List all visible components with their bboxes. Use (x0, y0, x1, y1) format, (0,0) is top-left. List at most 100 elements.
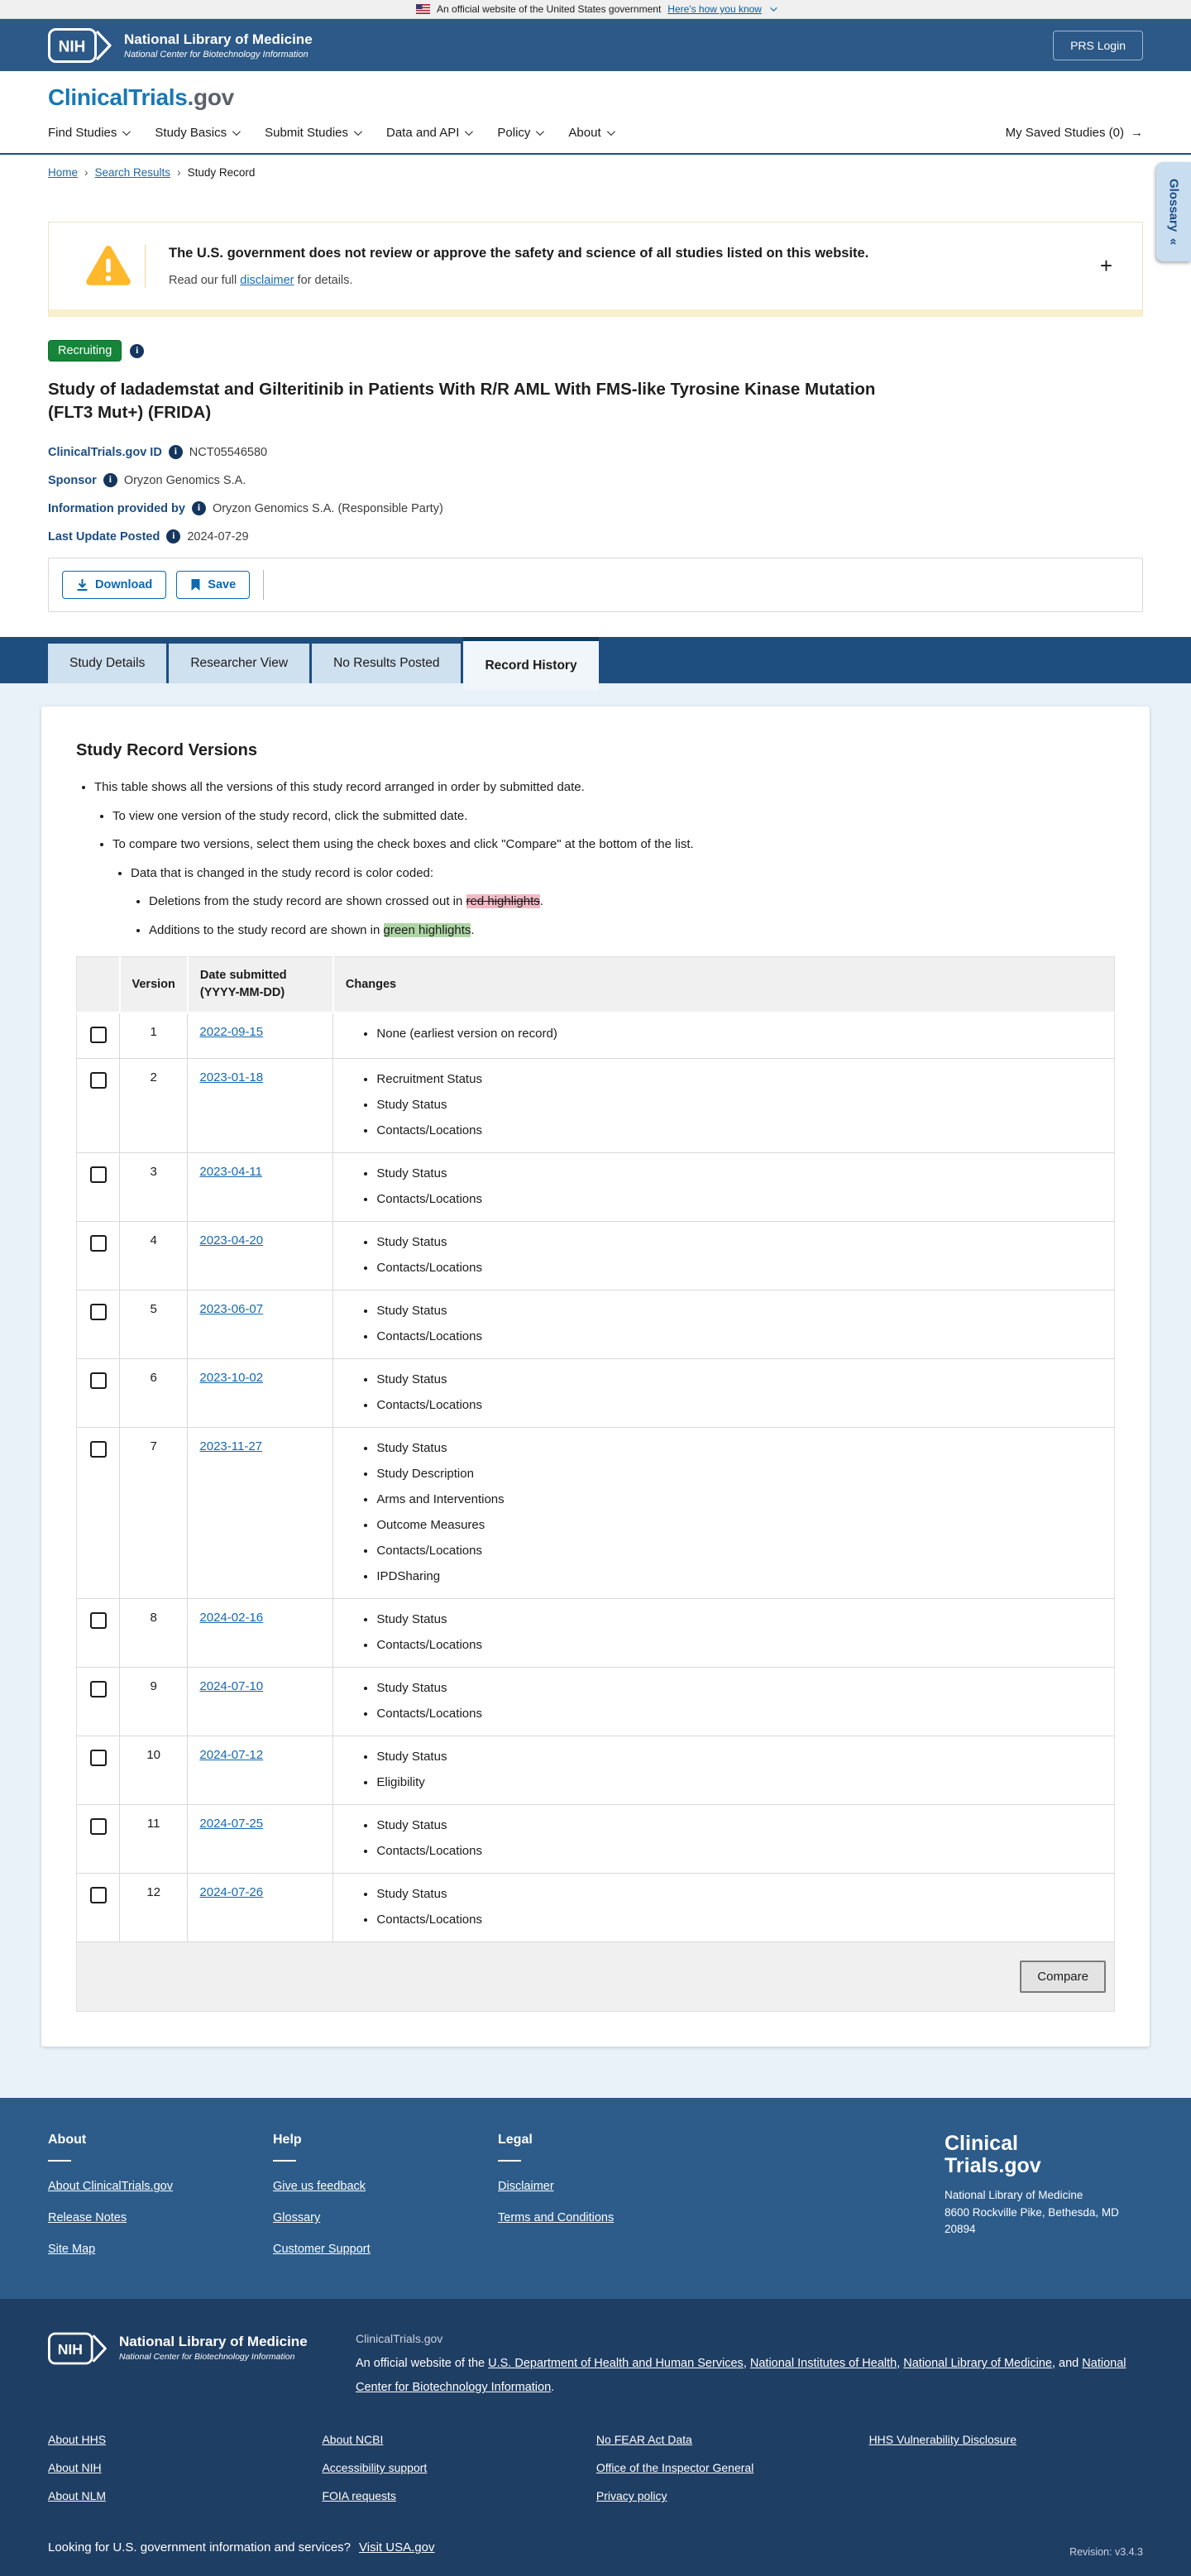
nlm-title[interactable]: National Library of Medicine (124, 31, 313, 48)
footer-link[interactable]: Disclaimer (498, 2180, 723, 2193)
site-header: ClinicalTrials.gov Find Studies Study Bas… (0, 71, 1191, 155)
version-date-link[interactable]: 2023-04-11 (199, 1165, 262, 1179)
footer-link[interactable]: HHS Vulnerability Disclosure (869, 2433, 1143, 2446)
footer-link[interactable]: Glossary (273, 2211, 498, 2224)
nih-link[interactable]: National Institutes of Health (750, 2357, 897, 2370)
tab-record-history[interactable]: Record History (463, 637, 599, 691)
breadcrumb-search-results-link[interactable]: Search Results (95, 166, 171, 179)
version-checkbox[interactable] (89, 1681, 107, 1698)
info-icon[interactable]: i (168, 445, 183, 460)
expand-plus-icon[interactable]: + (1093, 253, 1119, 279)
nlm-link[interactable]: National Library of Medicine (903, 2357, 1052, 2370)
version-checkbox[interactable] (89, 1235, 107, 1252)
info-icon[interactable]: i (191, 501, 206, 516)
nav-item-about[interactable]: About (568, 126, 615, 140)
version-row: 11 2024-07-25 Study Status Contacts/Locatio… (76, 1804, 1115, 1874)
footer-link[interactable]: FOIA requests (322, 2489, 596, 2502)
footer-link[interactable]: Release Notes (48, 2211, 273, 2224)
version-date-link[interactable]: 2024-07-12 (199, 1748, 263, 1762)
footer-link-columns: About About ClinicalTrials.gov Release Not… (48, 2133, 723, 2274)
version-date-link[interactable]: 2024-07-26 (199, 1885, 263, 1899)
visit-usa-gov-link[interactable]: Visit USA.gov (359, 2540, 434, 2554)
nav-item-study-basics[interactable]: Study Basics (155, 126, 241, 140)
footer-link[interactable]: Accessibility support (322, 2461, 596, 2474)
field-label: Sponsor (48, 473, 97, 487)
changes-cell: Study Status Contacts/Locations (332, 1598, 1115, 1668)
table-footer-row: Compare (76, 1942, 1115, 2012)
my-saved-studies-link[interactable]: My Saved Studies (0) → (1006, 126, 1143, 140)
nav-item-policy[interactable]: Policy (497, 126, 545, 140)
version-row: 7 2023-11-27 Study Status Study Description… (76, 1427, 1115, 1599)
version-date-link[interactable]: 2024-02-16 (199, 1611, 263, 1625)
version-date-link[interactable]: 2023-10-02 (199, 1371, 263, 1385)
disclaimer-link[interactable]: disclaimer (240, 274, 294, 287)
version-checkbox[interactable] (89, 1372, 107, 1390)
divider (273, 2160, 296, 2162)
version-number: 6 (119, 1358, 189, 1428)
info-icon[interactable]: i (103, 473, 117, 488)
footer-link[interactable]: Privacy policy (596, 2489, 869, 2502)
divider (48, 2160, 71, 2162)
version-checkbox[interactable] (89, 1441, 107, 1458)
hhs-link[interactable]: U.S. Department of Health and Human Serv… (488, 2357, 744, 2370)
note-item: To view one version of the study record,… (112, 807, 1115, 826)
download-button[interactable]: Download (62, 571, 167, 600)
field-row-last-update-posted: Last Update Posted i 2024-07-29 (48, 529, 1143, 544)
version-date-link[interactable]: 2023-04-20 (199, 1233, 263, 1247)
version-checkbox[interactable] (89, 1818, 107, 1836)
tab-researcher-view[interactable]: Researcher View (169, 644, 310, 684)
change-item: IPDSharing (376, 1568, 1103, 1585)
footer-link[interactable]: About NIH (48, 2461, 322, 2474)
date-cell: 2023-11-27 (187, 1427, 334, 1599)
footer-link[interactable]: About HHS (48, 2433, 322, 2446)
glossary-side-tab[interactable]: Glossary « (1156, 162, 1191, 261)
info-icon[interactable]: i (130, 343, 145, 358)
section-heading: Study Record Versions (76, 741, 257, 760)
footer-link[interactable]: Terms and Conditions (498, 2211, 723, 2224)
date-cell: 2024-07-12 (187, 1736, 334, 1805)
version-checkbox[interactable] (89, 1027, 107, 1044)
save-button[interactable]: Save (176, 571, 251, 600)
info-icon[interactable]: i (166, 529, 181, 544)
table-header-row: Version Date submitted (YYYY-MM-DD) Chan… (76, 956, 1115, 1014)
version-checkbox[interactable] (89, 1166, 107, 1184)
footer-link[interactable]: Office of the Inspector General (596, 2461, 869, 2474)
version-date-link[interactable]: 2024-07-25 (199, 1817, 263, 1831)
study-fields: ClinicalTrials.gov ID i NCT05546580 Spon… (48, 445, 1143, 544)
footer-link[interactable]: About NLM (48, 2489, 322, 2502)
chevron-down-icon (232, 127, 241, 136)
version-date-link[interactable]: 2022-09-15 (199, 1025, 263, 1039)
version-date-link[interactable]: 2024-07-10 (199, 1679, 263, 1693)
note-item: Data that is changed in the study record… (131, 864, 1115, 941)
footer-link[interactable]: About NCBI (322, 2433, 596, 2446)
footer-link[interactable]: No FEAR Act Data (596, 2433, 869, 2446)
checkbox-column-header (76, 956, 121, 1014)
prs-login-button[interactable]: PRS Login (1053, 30, 1143, 60)
nav-item-find-studies[interactable]: Find Studies (48, 126, 132, 140)
nih-logo[interactable]: NIH (48, 27, 114, 63)
nav-item-data-and-api[interactable]: Data and API (386, 126, 474, 140)
version-date-link[interactable]: 2023-01-18 (199, 1070, 263, 1085)
field-label: ClinicalTrials.gov ID (48, 445, 162, 459)
footer-link[interactable]: Customer Support (273, 2243, 498, 2256)
clinicaltrials-logo[interactable]: ClinicalTrials.gov (48, 84, 1143, 111)
version-date-link[interactable]: 2023-06-07 (199, 1302, 263, 1316)
change-item: Study Status (376, 1439, 1103, 1457)
nav-item-submit-studies[interactable]: Submit Studies (265, 126, 362, 140)
version-checkbox[interactable] (89, 1304, 107, 1321)
tab-study-details[interactable]: Study Details (48, 644, 167, 684)
how-you-know-link[interactable]: Here's how you know (667, 3, 762, 15)
tab-no-results-posted[interactable]: No Results Posted (312, 644, 462, 684)
version-checkbox[interactable] (89, 1612, 107, 1630)
version-checkbox[interactable] (89, 1887, 107, 1904)
compare-button[interactable]: Compare (1020, 1961, 1106, 1994)
changes-column-header: Changes (332, 956, 1115, 1014)
change-item: Study Status (376, 1096, 1103, 1113)
footer-link[interactable]: Give us feedback (273, 2180, 498, 2193)
version-checkbox[interactable] (89, 1750, 107, 1767)
footer-link[interactable]: Site Map (48, 2243, 273, 2256)
version-checkbox[interactable] (89, 1072, 107, 1089)
version-date-link[interactable]: 2023-11-27 (199, 1439, 262, 1453)
breadcrumb-home-link[interactable]: Home (48, 166, 78, 179)
footer-link[interactable]: About ClinicalTrials.gov (48, 2180, 273, 2193)
